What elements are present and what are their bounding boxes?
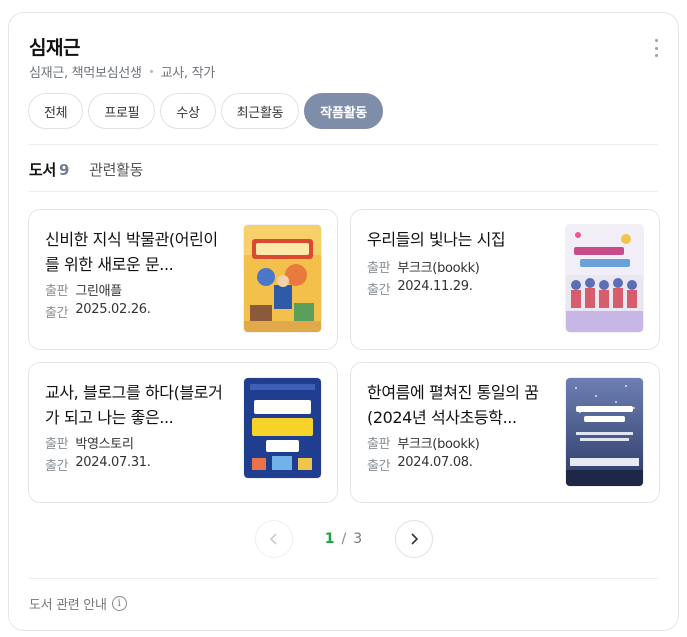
page-indicator: 1 / 3 bbox=[293, 531, 395, 547]
published-label: 출간 bbox=[45, 459, 69, 474]
book-publisher: 그린애플 bbox=[75, 284, 122, 299]
book-cover-image[interactable] bbox=[566, 378, 643, 486]
chip-profile[interactable]: 프로필 bbox=[88, 93, 156, 129]
chevron-right-icon bbox=[410, 533, 418, 545]
published-label: 출간 bbox=[367, 459, 391, 474]
current-page: 1 bbox=[324, 531, 335, 547]
book-date-row: 출간 2024.11.29. bbox=[367, 279, 473, 298]
person-name: 심재근 bbox=[29, 37, 80, 59]
book-date-row: 출간 2025.02.26. bbox=[45, 302, 151, 321]
book-publisher: 박영스토리 bbox=[75, 437, 134, 452]
divider bbox=[29, 578, 658, 579]
book-date: 2025.02.26. bbox=[75, 302, 151, 317]
book-card[interactable]: 교사, 블로그를 하다(블로거가 되고 나는 좋은... 출판 박영스토리 출간… bbox=[28, 362, 338, 503]
page-separator: / bbox=[341, 531, 347, 547]
book-publisher-row: 출판 박영스토리 bbox=[45, 433, 134, 452]
book-date-row: 출간 2024.07.08. bbox=[367, 455, 473, 474]
book-date-row: 출간 2024.07.31. bbox=[45, 455, 151, 474]
book-card[interactable]: 우리들의 빛나는 시집 출판 부크크(bookk) 출간 2024.11.29. bbox=[350, 209, 660, 350]
book-cover-image[interactable] bbox=[566, 225, 643, 332]
book-info-link[interactable]: 도서 관련 안내 i bbox=[29, 594, 127, 613]
publisher-label: 출판 bbox=[45, 437, 69, 452]
cover-art-poems-icon bbox=[566, 225, 643, 332]
tab-books[interactable]: 도서 9 bbox=[29, 159, 69, 190]
publisher-label: 출판 bbox=[367, 261, 391, 276]
book-cover-image[interactable] bbox=[244, 225, 321, 332]
cover-art-museum-icon bbox=[244, 225, 321, 332]
book-publisher-row: 출판 부크크(bookk) bbox=[367, 433, 480, 452]
total-pages: 3 bbox=[353, 531, 363, 547]
published-label: 출간 bbox=[367, 283, 391, 298]
cover-art-dream-icon bbox=[566, 378, 643, 486]
person-occupation: 교사, 작가 bbox=[160, 66, 216, 81]
published-label: 출간 bbox=[45, 306, 69, 321]
book-publisher-row: 출판 그린애플 bbox=[45, 280, 122, 299]
info-icon: i bbox=[111, 596, 127, 611]
divider bbox=[29, 144, 658, 145]
book-publisher-row: 출판 부크크(bookk) bbox=[367, 257, 480, 276]
chip-all[interactable]: 전체 bbox=[28, 93, 84, 129]
person-aliases: 심재근, 책먹보심선생 bbox=[29, 66, 142, 81]
tab-books-count: 9 bbox=[59, 161, 70, 179]
divider bbox=[29, 191, 658, 192]
book-card[interactable]: 한여름에 펼쳐진 통일의 꿈(2024년 석사초등학... 출판 부크크(boo… bbox=[350, 362, 660, 503]
chevron-left-icon bbox=[269, 533, 277, 545]
book-date: 2024.11.29. bbox=[397, 279, 473, 294]
book-title: 우리들의 빛나는 시집 bbox=[367, 230, 506, 249]
book-date: 2024.07.31. bbox=[75, 455, 151, 470]
publisher-label: 출판 bbox=[45, 284, 69, 299]
pagination: 1 / 3 bbox=[9, 520, 678, 558]
book-title: 한여름에 펼쳐진 통일의 꿈(2024년 석사초등학... bbox=[367, 383, 539, 427]
book-info-label: 도서 관련 안내 bbox=[29, 598, 107, 613]
book-date: 2024.07.08. bbox=[397, 455, 473, 470]
tab-related[interactable]: 관련활동 bbox=[89, 159, 143, 190]
tab-books-label: 도서 bbox=[29, 161, 57, 179]
separator-dot bbox=[149, 70, 153, 73]
book-card[interactable]: 신비한 지식 박물관(어린이를 위한 새로운 문... 출판 그린애플 출간 2… bbox=[28, 209, 338, 350]
person-subtitle: 심재근, 책먹보심선생 교사, 작가 bbox=[29, 62, 215, 81]
book-publisher: 부크크(bookk) bbox=[397, 437, 480, 452]
prev-page-button[interactable] bbox=[254, 520, 293, 558]
book-title: 신비한 지식 박물관(어린이를 위한 새로운 문... bbox=[45, 230, 218, 274]
book-publisher: 부크크(bookk) bbox=[397, 261, 480, 276]
publisher-label: 출판 bbox=[367, 437, 391, 452]
more-options-icon[interactable] bbox=[650, 39, 662, 57]
chip-awards[interactable]: 수상 bbox=[160, 93, 216, 129]
cover-art-blog-icon bbox=[244, 378, 321, 478]
book-title: 교사, 블로그를 하다(블로거가 되고 나는 좋은... bbox=[45, 383, 223, 427]
chip-works[interactable]: 작품활동 bbox=[304, 93, 383, 129]
next-page-button[interactable] bbox=[394, 520, 433, 558]
content-tabs: 도서 9 관련활동 bbox=[29, 159, 143, 190]
category-chips: 전체 프로필 수상 최근활동 작품활동 bbox=[28, 93, 383, 129]
chip-recent[interactable]: 최근활동 bbox=[220, 93, 300, 129]
person-info-card: 심재근 심재근, 책먹보심선생 교사, 작가 전체 프로필 수상 최근활동 작품… bbox=[8, 12, 679, 631]
book-cover-image[interactable] bbox=[244, 378, 321, 478]
